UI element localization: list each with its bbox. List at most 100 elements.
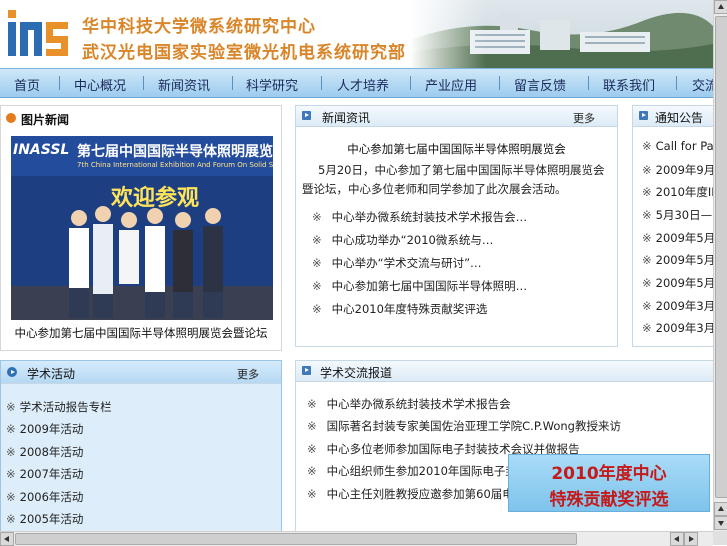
- academic-title: 学术交流报道: [320, 366, 393, 380]
- news-item[interactable]: ※ 中心2010年度特殊贡献奖评选: [312, 301, 487, 317]
- activity-item[interactable]: ※ 2009年活动: [6, 421, 83, 437]
- academic-item[interactable]: ※ 国际著名封装专家美国佐治亚理工学院C.P.Wong教授来访: [307, 418, 621, 434]
- nav-about[interactable]: 中心概况: [74, 75, 126, 94]
- scroll-up-button-2[interactable]: [714, 502, 727, 516]
- arrow-right-icon: [689, 536, 694, 542]
- activity-item[interactable]: ※ 2006年活动: [6, 489, 83, 505]
- bullet-icon: ※: [312, 233, 322, 247]
- bullet-icon: ※: [6, 512, 16, 526]
- news-title: 新闻资讯: [322, 111, 371, 125]
- photo-news-panel: 图片新闻 INASSL 第七届中国国际半导体照明展览会暨论坛 7th China…: [0, 105, 282, 351]
- news-item[interactable]: ※ 中心成功举办“2010微系统与…: [312, 232, 493, 248]
- notice-item[interactable]: ※ 2009年3月2: [642, 320, 723, 336]
- horizontal-scrollbar[interactable]: [0, 531, 713, 546]
- notice-item-label: Call for Pa: [655, 139, 714, 153]
- news-item-label: 中心2010年度特殊贡献奖评选: [331, 302, 488, 316]
- nav-news[interactable]: 新闻资讯: [158, 75, 210, 94]
- news-item[interactable]: ※ 中心举办微系统封装技术学术报告会…: [312, 209, 527, 225]
- site-logo: [8, 10, 68, 56]
- banner-subtext: 7th China International Exhibition And F…: [77, 161, 273, 169]
- nav-feedback[interactable]: 留言反馈: [514, 75, 566, 94]
- bullet-icon: ※: [642, 321, 652, 335]
- campus-photo: [410, 0, 713, 68]
- banner-text: 第七届中国国际半导体照明展览会暨论坛: [77, 144, 273, 160]
- scroll-right-button[interactable]: [684, 532, 698, 546]
- news-item[interactable]: ※ 中心举办“学术交流与研讨”…: [312, 255, 482, 271]
- bullet-icon: ※: [6, 400, 16, 414]
- nav-contact[interactable]: 联系我们: [603, 75, 655, 94]
- nav-divider: [321, 76, 322, 90]
- nav-home[interactable]: 首页: [14, 75, 40, 94]
- bullet-icon: ※: [307, 464, 317, 478]
- nav-divider: [232, 76, 233, 90]
- notice-item-label: 2010年度IE: [655, 185, 719, 199]
- nav-research[interactable]: 科学研究: [246, 75, 298, 94]
- site-title-line1: 华中科技大学微系统研究中心: [82, 17, 316, 37]
- activity-item-label: 2005年活动: [19, 512, 84, 526]
- arrow-up-icon: [718, 506, 724, 511]
- vertical-scroll-thumb[interactable]: [715, 16, 727, 498]
- bullet-icon: ※: [307, 442, 317, 456]
- arrow-left-icon: [4, 536, 9, 542]
- activities-more-link[interactable]: 更多: [237, 366, 259, 382]
- arrow-icon: [302, 111, 311, 120]
- photo-news-image[interactable]: INASSL 第七届中国国际半导体照明展览会暨论坛 7th China Inte…: [11, 136, 273, 320]
- vertical-scrollbar[interactable]: [713, 0, 727, 545]
- academic-item-label: 国际著名封装专家美国佐治亚理工学院C.P.Wong教授来访: [326, 419, 621, 433]
- bullet-icon: ※: [312, 256, 322, 270]
- bullet-icon: ※: [307, 397, 317, 411]
- news-more-link[interactable]: 更多: [573, 110, 595, 126]
- scroll-left-button[interactable]: [0, 532, 14, 546]
- scroll-left-button-2[interactable]: [670, 532, 684, 546]
- arrow-down-icon: [718, 521, 724, 526]
- academic-item[interactable]: ※ 中心举办微系统封装技术学术报告会: [307, 396, 511, 412]
- activity-item-label: 2008年活动: [19, 445, 84, 459]
- inassl-logo: INASSL: [13, 142, 70, 158]
- nav-industry[interactable]: 产业应用: [425, 75, 477, 94]
- notice-item[interactable]: ※ 2009年5月2: [642, 230, 723, 246]
- news-headline[interactable]: 中心参加第七届中国国际半导体照明展览会: [296, 141, 617, 157]
- bullet-icon: ※: [312, 302, 322, 316]
- scroll-up-button[interactable]: [714, 0, 727, 14]
- nav-education[interactable]: 人才培养: [337, 75, 389, 94]
- notice-item[interactable]: ※ Call for Pa: [642, 139, 714, 153]
- activity-item[interactable]: ※ 2005年活动: [6, 511, 83, 527]
- site-title-line2: 武汉光电国家实验室微光机电系统研究部: [82, 43, 406, 63]
- notice-item[interactable]: ※ 2010年度IE: [642, 184, 719, 200]
- news-item-label: 中心参加第七届中国国际半导体照明…: [331, 279, 528, 293]
- academic-item-label: 中心举办微系统封装技术学术报告会: [326, 397, 511, 411]
- bullet-icon: ※: [6, 490, 16, 504]
- photo-news-title: 图片新闻: [21, 113, 70, 127]
- arrow-up-icon: [718, 4, 724, 9]
- activity-item[interactable]: ※ 2008年活动: [6, 444, 83, 460]
- bullet-icon: ※: [312, 279, 322, 293]
- notice-item[interactable]: ※ 2009年9月1: [642, 162, 723, 178]
- bullet-icon: ※: [642, 253, 652, 267]
- activity-item[interactable]: ※ 2007年活动: [6, 466, 83, 482]
- news-item[interactable]: ※ 中心参加第七届中国国际半导体照明…: [312, 278, 527, 294]
- photo-caption[interactable]: 中心参加第七届中国国际半导体照明展览会暨论坛: [1, 325, 281, 341]
- nav-divider: [59, 76, 60, 90]
- bullet-icon: ※: [642, 163, 652, 177]
- people-group: [69, 206, 223, 318]
- news-item-label: 中心成功举办“2010微系统与…: [331, 233, 494, 247]
- bullet-icon: ※: [6, 422, 16, 436]
- scroll-down-button[interactable]: [714, 516, 727, 530]
- activity-item-label: 2007年活动: [19, 467, 84, 481]
- bullet-icon: ※: [642, 185, 652, 199]
- nav-exchange[interactable]: 交流: [692, 75, 713, 94]
- horizontal-scroll-thumb[interactable]: [15, 533, 577, 545]
- bullet-icon: ※: [642, 231, 652, 245]
- notice-item[interactable]: ※ 2009年5月1: [642, 252, 723, 268]
- activity-item-label: 2006年活动: [19, 490, 84, 504]
- news-header: 新闻资讯 更多: [296, 106, 617, 127]
- activity-item[interactable]: ※ 学术活动报告专栏: [6, 399, 112, 415]
- notice-item[interactable]: ※ 2009年3月2: [642, 298, 723, 314]
- main-nav: 首页 中心概况 新闻资讯 科学研究 人才培养 产业应用 留言反馈 联系我们 交流: [0, 68, 713, 98]
- arrow-icon: [302, 366, 311, 375]
- nav-divider: [143, 76, 144, 90]
- arrow-icon: [639, 111, 648, 120]
- promo-banner[interactable]: 2010年度中心 特殊贡献奖评选: [508, 454, 710, 512]
- notice-item[interactable]: ※ 2009年5月1: [642, 275, 723, 291]
- bullet-icon: ※: [307, 419, 317, 433]
